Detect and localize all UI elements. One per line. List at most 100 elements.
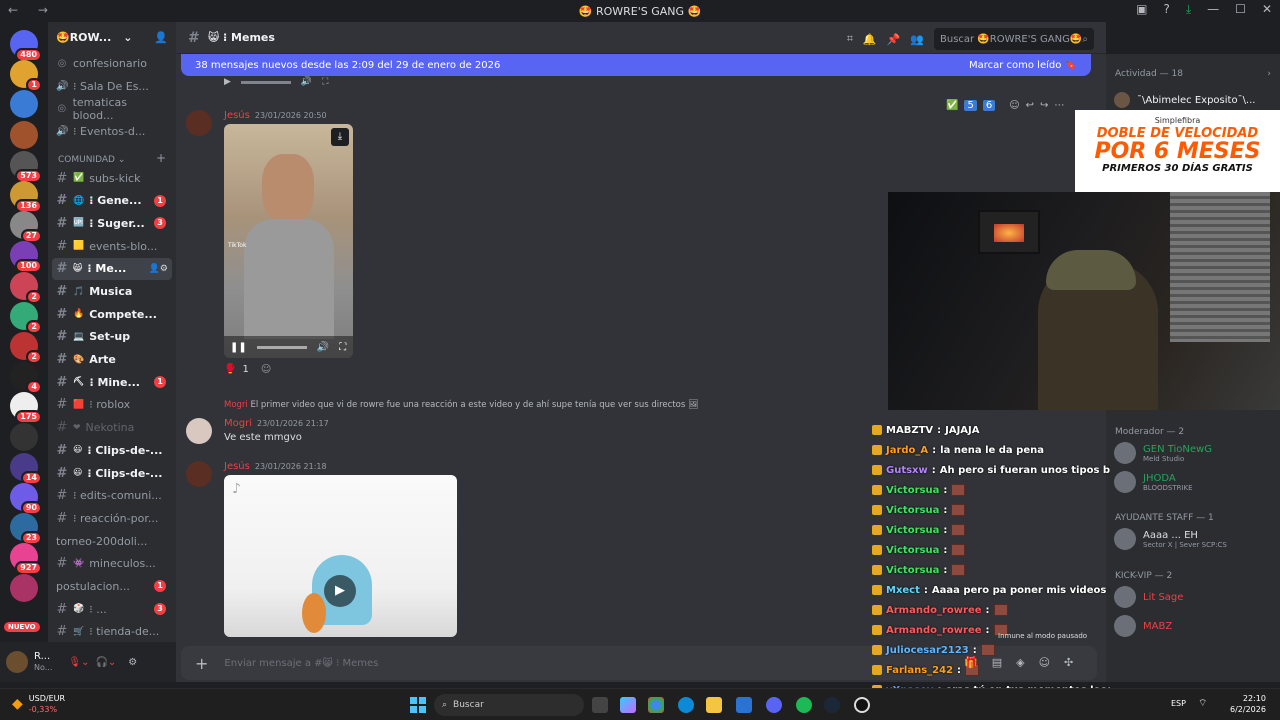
add-attachment-icon[interactable]: + (195, 654, 208, 673)
channel-item[interactable]: # 💻 Set-up (48, 326, 176, 349)
server-icon[interactable]: 23 (10, 513, 42, 546)
channel-item[interactable]: # 🎲 ⁝ ... 3 (48, 598, 176, 621)
channel-item[interactable]: torneo-200doli... (48, 530, 176, 553)
server-icon[interactable]: 136 (10, 181, 42, 213)
help-icon[interactable]: ? (1163, 2, 1169, 17)
chrome-icon[interactable] (648, 697, 664, 713)
stock-widget[interactable]: ◆ USD/EUR -0,33% (12, 693, 65, 715)
member-item[interactable]: Lit Sage (1114, 586, 1183, 608)
reply-preview[interactable]: Mogri El primer video que vi de rowre fu… (224, 400, 699, 410)
channel-item[interactable]: 🔊 ⁝ Sala De Es... (48, 75, 176, 98)
server-icon[interactable]: 2 (10, 271, 42, 304)
steam-icon[interactable] (824, 697, 840, 713)
server-icon[interactable]: 27 (10, 211, 42, 244)
guild-header[interactable]: 🤩ROW... ⌄ 👤 (48, 22, 176, 52)
server-icon[interactable] (10, 120, 38, 149)
channel-item[interactable]: # 🎨 Arte (48, 348, 176, 371)
clock[interactable]: 22:10 6/2/2026 (1230, 693, 1266, 715)
member-item[interactable]: GEN TioNewG Meld Studio (1114, 442, 1212, 464)
video-attachment[interactable]: ⤓ TikTok ❚❚ 🔊 ⛶ (224, 124, 353, 358)
fullscreen-icon[interactable]: ⛶ (339, 342, 346, 353)
author-name[interactable]: Jesús (224, 110, 250, 121)
channel-item[interactable]: ◎ tematicas blood... (48, 96, 176, 122)
download-icon[interactable]: ⤓ (1186, 2, 1191, 17)
channel-item[interactable]: # ⛏ ⁝ Mine... 1 (48, 371, 176, 394)
server-icon[interactable]: 90 (10, 483, 42, 515)
reaction-five[interactable]: 5 (964, 100, 977, 111)
pin-icon[interactable]: 📌 (887, 33, 901, 46)
video-player-controls[interactable]: ▶ 🔊 ⛶ (224, 76, 352, 88)
new-server-badge[interactable]: NUEVO (4, 622, 40, 632)
channel-item[interactable]: # 🟥 ⁝ roblox (48, 394, 176, 417)
server-icon[interactable]: 927 (10, 543, 42, 576)
video-attachment[interactable]: ♪ ▶ (224, 475, 457, 637)
member-item[interactable]: Aaaa ... EH Sector X | Sever SCP:CS (1114, 528, 1227, 550)
forward-icon[interactable]: ↪ (1040, 100, 1048, 111)
volume-icon[interactable]: 🔊 (301, 77, 312, 87)
threads-icon[interactable]: ⌗ (847, 32, 853, 46)
server-icon[interactable]: 480 (10, 30, 42, 62)
search-input[interactable]: Buscar 🤩ROWRE'S GANG🤩 ⌕ (934, 28, 1094, 50)
channel-item[interactable]: # 🔥 Compete... (48, 303, 176, 326)
channel-item[interactable]: # 🎵 Musica (48, 280, 176, 303)
server-icon[interactable] (10, 422, 38, 451)
nav-arrows[interactable]: ← → (8, 3, 56, 17)
server-icon[interactable]: 2 (10, 332, 42, 364)
channel-item[interactable]: 🔊 ⁝ Eventos-d... (48, 120, 176, 143)
discord-icon[interactable] (766, 697, 782, 713)
mute-icon[interactable]: 🎙⌄ (68, 657, 89, 668)
channel-item[interactable]: ◎ confesionario (48, 52, 176, 75)
server-icon[interactable] (10, 573, 38, 602)
language-indicator[interactable]: ESP (1171, 699, 1186, 708)
obs-icon[interactable] (854, 697, 870, 713)
reaction-check[interactable]: ✅ (946, 100, 958, 111)
progress-bar[interactable] (256, 345, 307, 349)
server-icon[interactable] (10, 90, 38, 119)
inbox-icon[interactable]: ▣ (1136, 2, 1147, 17)
play-button[interactable]: ▶ (324, 575, 356, 607)
edge-icon[interactable] (678, 697, 694, 713)
sticker-icon[interactable]: ◈ (1016, 656, 1024, 669)
explorer-icon[interactable] (706, 697, 722, 713)
task-view-icon[interactable] (592, 697, 608, 713)
server-icon[interactable]: 573 (10, 150, 42, 183)
channel-item[interactable]: # 🛒 ⁝ tienda-de... (48, 621, 176, 644)
channel-item[interactable]: # 😃 ⁝ Clips-de-... (48, 462, 176, 485)
avatar[interactable] (186, 418, 212, 444)
download-icon[interactable]: ⤓ (331, 128, 349, 146)
wifi-icon[interactable]: ⌔ (1198, 697, 1207, 710)
author-name[interactable]: Mogri (224, 418, 252, 429)
channel-item[interactable]: # ⁝ reacción-por... (48, 507, 176, 530)
activity-user[interactable]: ¯\Abimelec Exposito¯\... (1114, 92, 1255, 108)
volume-icon[interactable]: 🔊 (317, 342, 329, 353)
reaction-six[interactable]: 6 (982, 100, 996, 111)
maximize-button[interactable]: ☐ (1235, 2, 1246, 17)
gift-icon[interactable]: 🎁 (964, 656, 978, 669)
emoji-icon[interactable]: ☺ (1039, 656, 1050, 669)
fullscreen-icon[interactable]: ⛶ (322, 77, 328, 87)
settings-icon[interactable]: ⚙ (128, 657, 137, 668)
windows-start-icon[interactable] (410, 697, 426, 713)
add-reaction-icon[interactable]: ☺ (261, 364, 271, 375)
channel-item[interactable]: # ⁝ edits-comuni... (48, 484, 176, 507)
minimize-button[interactable]: — (1207, 2, 1219, 17)
play-icon[interactable]: ▶ (224, 77, 231, 87)
category-comunidad[interactable]: COMUNIDAD ⌄ + (48, 143, 176, 167)
server-icon[interactable]: 175 (10, 392, 42, 425)
reply-icon[interactable]: ↩ (1026, 100, 1034, 111)
channel-item[interactable]: postulacion... 1 (48, 575, 176, 598)
pause-icon[interactable]: ❚❚ (230, 342, 247, 353)
member-item[interactable]: JHODA BLOODSTRIKE (1114, 471, 1193, 493)
channel-item[interactable]: # 😃 ⁝ Clips-de-... (48, 439, 176, 462)
avatar[interactable] (6, 651, 28, 673)
add-reaction-icon[interactable]: ☺ (1009, 100, 1019, 111)
avatar[interactable] (186, 110, 212, 136)
avatar[interactable] (186, 461, 212, 487)
channel-item[interactable]: # 😸 ⁝ Me... 👤⚙ (52, 257, 172, 281)
server-icon[interactable]: 14 (10, 452, 42, 485)
taskbar-search[interactable]: ⌕ Buscar (434, 694, 584, 716)
server-icon[interactable]: 100 (10, 241, 42, 274)
author-name[interactable]: Jesús (224, 461, 250, 472)
gif-icon[interactable]: ▤ (992, 656, 1002, 669)
channel-item[interactable]: # ✅ subs-kick (48, 167, 176, 190)
